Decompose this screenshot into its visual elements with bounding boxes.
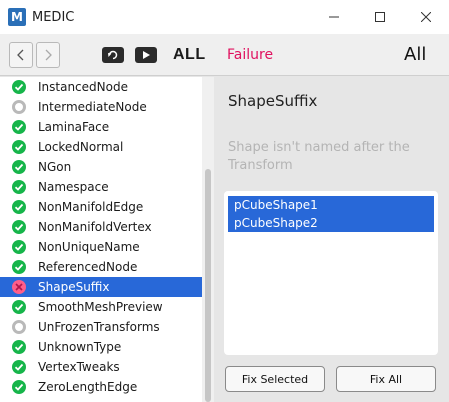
check-icon xyxy=(12,160,26,174)
test-item-referencednode[interactable]: ReferencedNode xyxy=(0,257,202,277)
detail-title: ShapeSuffix xyxy=(228,92,318,110)
skipped-icon xyxy=(12,320,26,334)
test-item-label: VertexTweaks xyxy=(38,360,120,374)
test-item-label: IntermediateNode xyxy=(38,100,147,114)
test-item-label: ZeroLengthEdge xyxy=(38,380,138,394)
filter-all-button[interactable]: ALL xyxy=(173,46,206,64)
test-item-label: ShapeSuffix xyxy=(38,280,110,294)
close-button[interactable] xyxy=(403,0,449,34)
toolbar: ALL Failure All xyxy=(0,34,449,76)
test-item-unknowntype[interactable]: UnknownType xyxy=(0,337,202,357)
test-item-label: UnknownType xyxy=(38,340,122,354)
test-item-lockednormal[interactable]: LockedNormal xyxy=(0,137,202,157)
check-icon xyxy=(12,380,26,394)
back-button[interactable] xyxy=(9,42,33,68)
chevron-right-icon xyxy=(45,49,52,61)
test-list-pane: InstancedNode IntermediateNode LaminaFace L… xyxy=(0,77,214,402)
test-item-namespace[interactable]: Namespace xyxy=(0,177,202,197)
error-icon xyxy=(12,280,26,294)
test-item-label: NonManifoldEdge xyxy=(38,200,144,214)
test-item-label: InstancedNode xyxy=(38,80,128,94)
fix-selected-button[interactable]: Fix Selected xyxy=(225,366,325,392)
check-icon xyxy=(12,180,26,194)
node-item[interactable]: pCubeShape2 xyxy=(228,214,434,232)
detail-pane: ShapeSuffix Shape isn't named after the … xyxy=(214,77,449,402)
test-item-nonmanifoldvertex[interactable]: NonManifoldVertex xyxy=(0,217,202,237)
fix-all-button[interactable]: Fix All xyxy=(336,366,436,392)
check-icon xyxy=(12,240,26,254)
forward-button[interactable] xyxy=(36,42,60,68)
test-item-label: NonUniqueName xyxy=(38,240,140,254)
scrollbar[interactable] xyxy=(202,77,214,402)
check-icon xyxy=(12,200,26,214)
minimize-button[interactable] xyxy=(311,0,357,34)
test-item-label: ReferencedNode xyxy=(38,260,138,274)
scroll-thumb[interactable] xyxy=(205,169,211,402)
close-icon xyxy=(421,12,431,22)
test-item-unfrozentransforms[interactable]: UnFrozenTransforms xyxy=(0,317,202,337)
test-item-instancednode[interactable]: InstancedNode xyxy=(0,77,202,97)
test-item-smoothmeshpreview[interactable]: SmoothMeshPreview xyxy=(0,297,202,317)
app-logo: M xyxy=(8,8,26,26)
check-icon xyxy=(12,120,26,134)
check-icon xyxy=(12,300,26,314)
test-item-label: LockedNormal xyxy=(38,140,124,154)
maximize-button[interactable] xyxy=(357,0,403,34)
test-item-label: SmoothMeshPreview xyxy=(38,300,163,314)
test-item-label: NGon xyxy=(38,160,72,174)
minimize-icon xyxy=(329,16,339,18)
failed-nodes-list: pCubeShape1 pCubeShape2 xyxy=(224,191,438,355)
chevron-left-icon xyxy=(17,49,24,61)
check-icon xyxy=(12,80,26,94)
filter-all-dropdown[interactable]: All xyxy=(404,44,426,65)
filter-failure-button[interactable]: Failure xyxy=(227,47,273,63)
test-item-vertextweaks[interactable]: VertexTweaks xyxy=(0,357,202,377)
test-item-shapesuffix[interactable]: ShapeSuffix xyxy=(0,277,202,297)
test-item-intermediatenode[interactable]: IntermediateNode xyxy=(0,97,202,117)
test-item-label: NonManifoldVertex xyxy=(38,220,152,234)
window-title: MEDIC xyxy=(32,9,75,25)
node-item[interactable]: pCubeShape1 xyxy=(228,196,434,214)
skipped-icon xyxy=(12,100,26,114)
check-icon xyxy=(12,140,26,154)
check-icon xyxy=(12,260,26,274)
test-item-nonuniquename[interactable]: NonUniqueName xyxy=(0,237,202,257)
check-icon xyxy=(12,340,26,354)
test-item-nonmanifoldedge[interactable]: NonManifoldEdge xyxy=(0,197,202,217)
test-item-label: UnFrozenTransforms xyxy=(38,320,160,334)
test-item-label: LaminaFace xyxy=(38,120,110,134)
reload-icon[interactable] xyxy=(102,47,124,63)
detail-description: Shape isn't named after the Transform xyxy=(228,140,410,173)
check-icon xyxy=(12,360,26,374)
maximize-icon xyxy=(375,12,385,22)
test-item-laminaface[interactable]: LaminaFace xyxy=(0,117,202,137)
window-controls xyxy=(311,0,449,34)
check-icon xyxy=(12,220,26,234)
test-item-zerolengthedge[interactable]: ZeroLengthEdge xyxy=(0,377,202,397)
play-icon[interactable] xyxy=(135,47,157,63)
title-bar: M MEDIC xyxy=(0,0,449,34)
test-list: InstancedNode IntermediateNode LaminaFace L… xyxy=(0,77,202,397)
test-item-label: Namespace xyxy=(38,180,109,194)
test-item-ngon[interactable]: NGon xyxy=(0,157,202,177)
